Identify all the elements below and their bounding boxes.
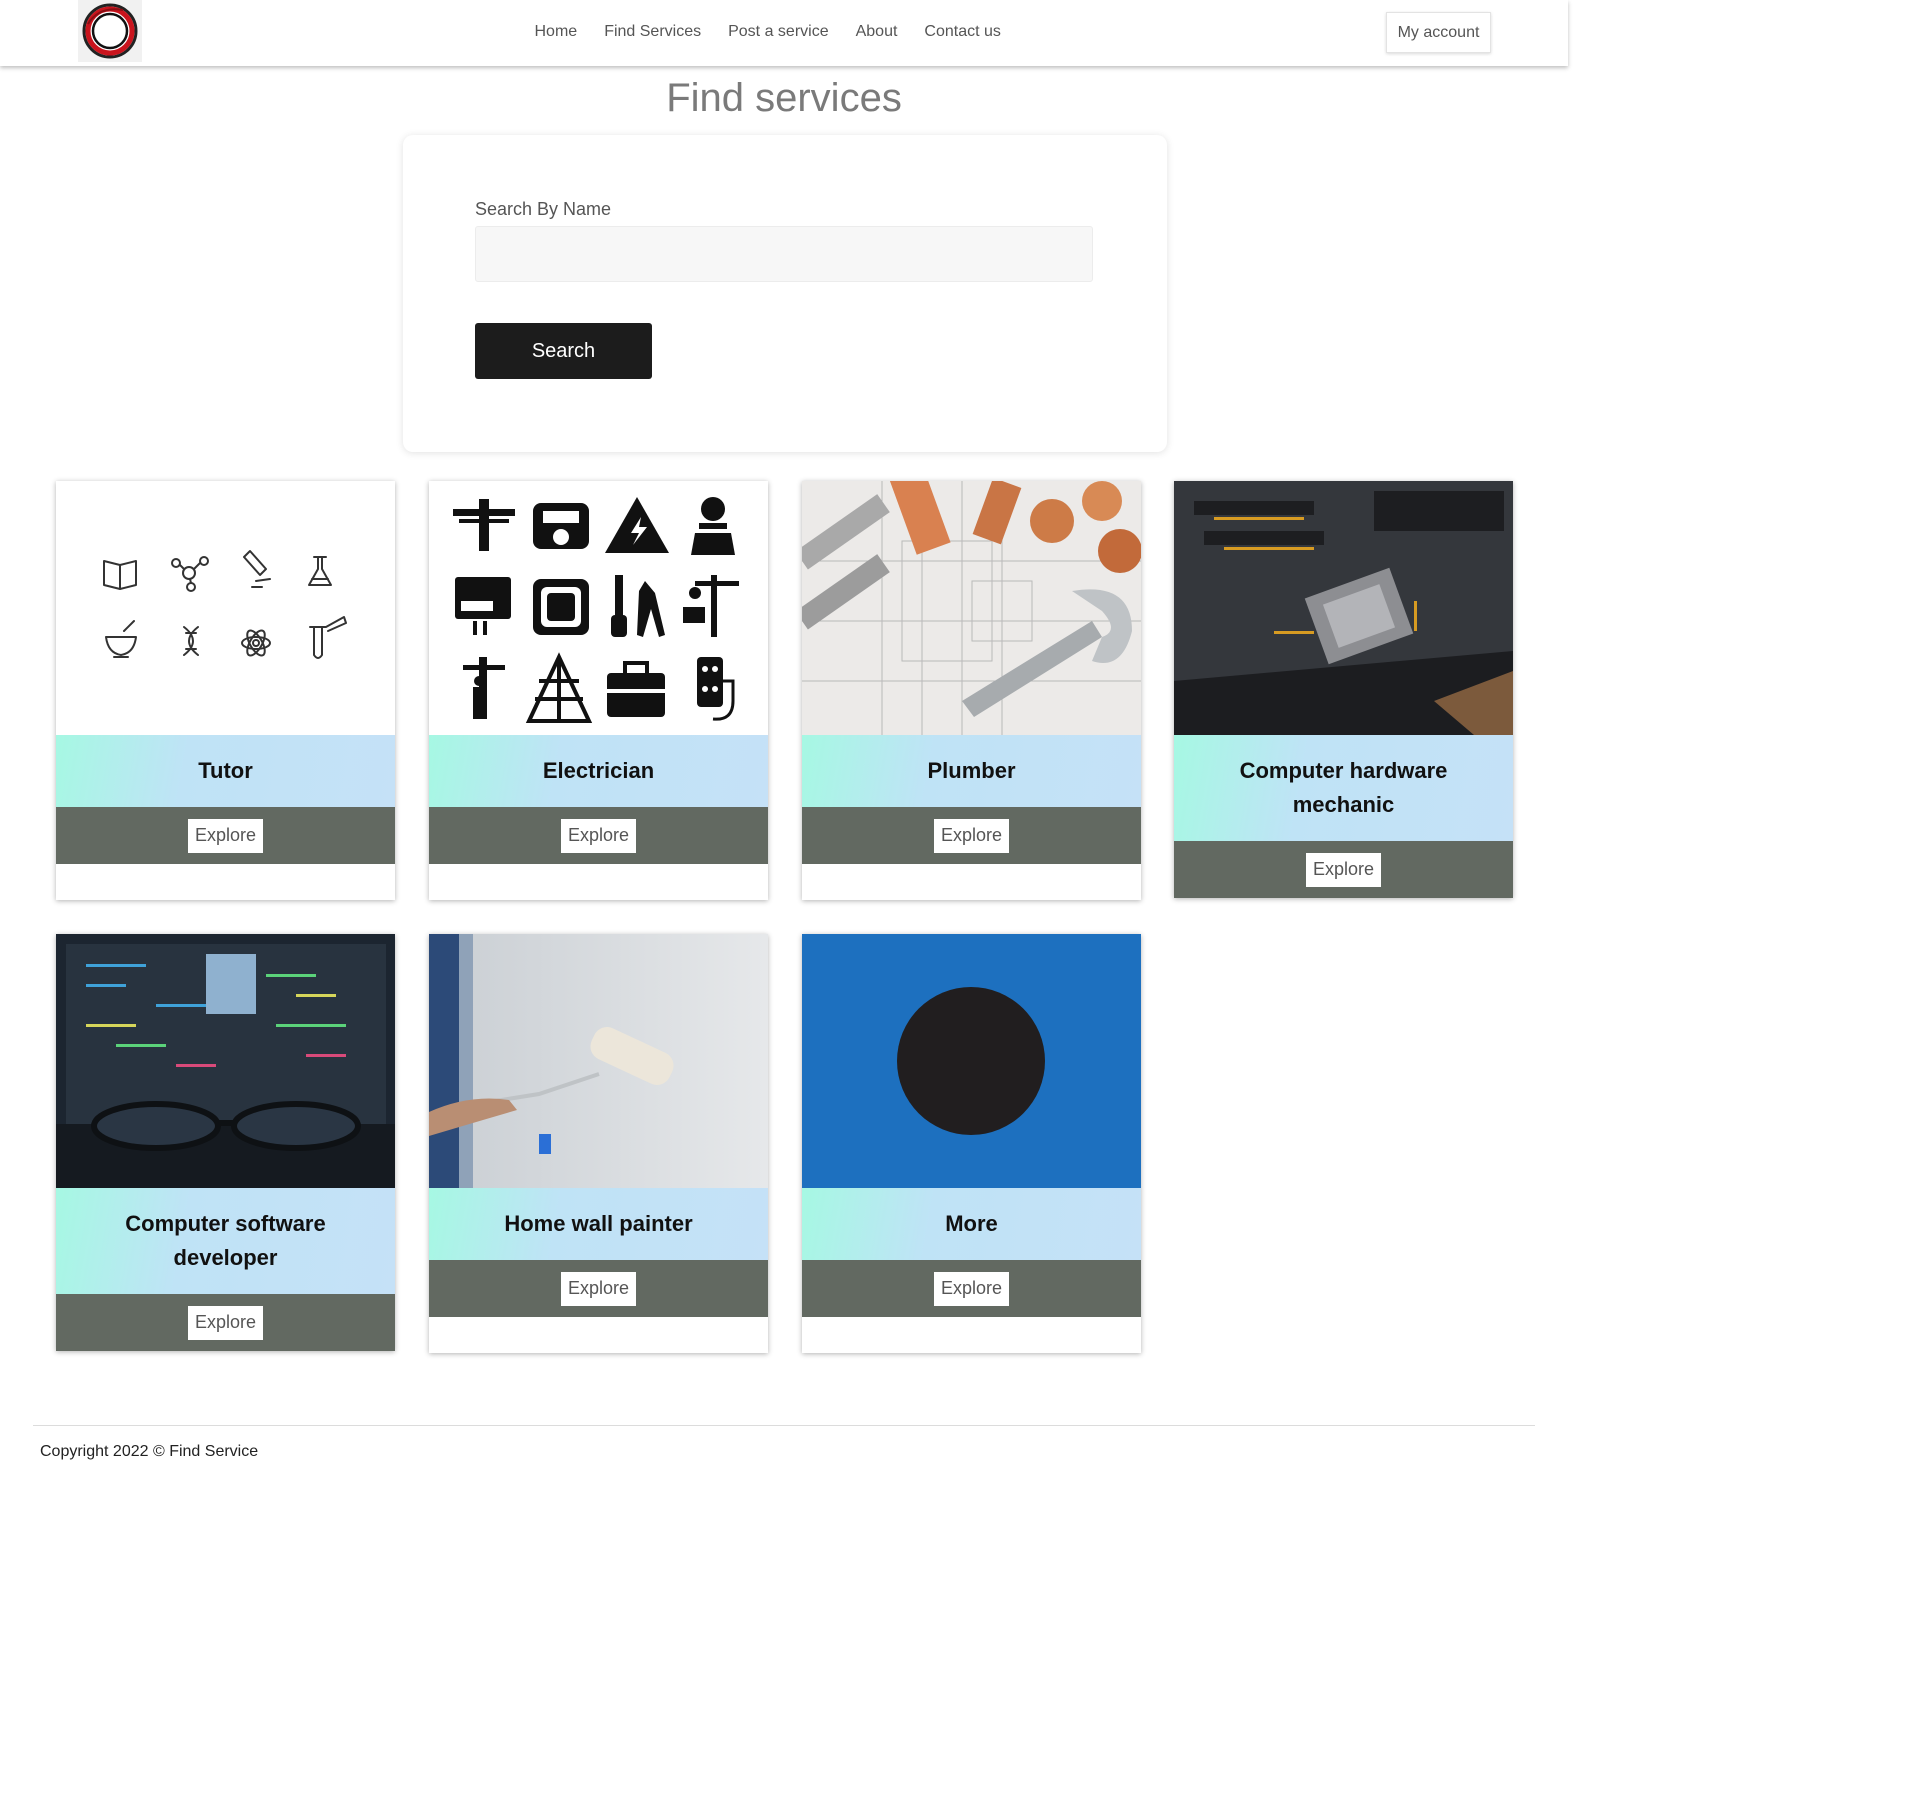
card-footer: Explore bbox=[1174, 841, 1513, 898]
service-card-software-developer: Computer software developer Explore bbox=[56, 934, 395, 1351]
plumber-image bbox=[802, 481, 1141, 735]
service-card-wall-painter: Home wall painter Explore bbox=[429, 934, 768, 1353]
card-footer: Explore bbox=[56, 807, 395, 864]
electrician-image bbox=[429, 481, 768, 735]
painter-image bbox=[429, 934, 768, 1188]
my-account-button[interactable]: My account bbox=[1386, 12, 1491, 53]
explore-button-hardware-mechanic[interactable]: Explore bbox=[1305, 852, 1382, 887]
card-title: Computer software developer bbox=[56, 1188, 395, 1294]
card-title: Plumber bbox=[802, 735, 1141, 807]
footer-divider bbox=[33, 1425, 1535, 1426]
page-title: Find services bbox=[666, 76, 902, 120]
nav-link-about[interactable]: About bbox=[842, 23, 911, 41]
service-card-electrician: Electrician Explore bbox=[429, 481, 768, 900]
explore-button-tutor[interactable]: Explore bbox=[187, 818, 264, 853]
nav-link-post-service[interactable]: Post a service bbox=[715, 23, 842, 41]
nav-links: Home Find Services Post a service About … bbox=[521, 0, 1014, 64]
card-footer: Explore bbox=[429, 1260, 768, 1317]
explore-button-wall-painter[interactable]: Explore bbox=[560, 1271, 637, 1306]
search-input[interactable] bbox=[475, 226, 1093, 282]
explore-button-electrician[interactable]: Explore bbox=[560, 818, 637, 853]
search-label: Search By Name bbox=[475, 199, 612, 219]
motherboard-photo bbox=[1174, 481, 1513, 735]
card-footer: Explore bbox=[802, 807, 1141, 864]
pipes-and-wrench-photo bbox=[802, 481, 1141, 735]
service-card-hardware-mechanic: Computer hardware mechanic Explore bbox=[1174, 481, 1513, 898]
card-footer: Explore bbox=[56, 1294, 395, 1351]
card-title: Tutor bbox=[56, 735, 395, 807]
navbar: Home Find Services Post a service About … bbox=[0, 0, 1568, 66]
card-bottom-space bbox=[802, 1317, 1141, 1353]
more-image bbox=[802, 934, 1141, 1188]
card-title: More bbox=[802, 1188, 1141, 1260]
code-monitor-glasses-photo bbox=[56, 934, 395, 1188]
card-title: Electrician bbox=[429, 735, 768, 807]
explore-button-more[interactable]: Explore bbox=[933, 1271, 1010, 1306]
search-button[interactable]: Search bbox=[475, 323, 652, 379]
card-bottom-space bbox=[429, 864, 768, 900]
nav-link-contact[interactable]: Contact us bbox=[911, 23, 1014, 41]
copyright-text: Copyright 2022 © Find Service bbox=[40, 1443, 259, 1460]
dark-circle-on-blue bbox=[802, 934, 1141, 1188]
card-bottom-space bbox=[56, 864, 395, 900]
hardware-image bbox=[1174, 481, 1513, 735]
card-title: Home wall painter bbox=[429, 1188, 768, 1260]
card-title: Computer hardware mechanic bbox=[1174, 735, 1513, 841]
nav-link-home[interactable]: Home bbox=[521, 23, 591, 41]
explore-button-software-developer[interactable]: Explore bbox=[187, 1305, 264, 1340]
logo[interactable] bbox=[78, 0, 142, 62]
electrician-icons-grid bbox=[453, 497, 739, 723]
service-card-tutor: Tutor Explore bbox=[56, 481, 395, 900]
card-bottom-space bbox=[802, 864, 1141, 900]
science-icons-grid bbox=[103, 550, 347, 659]
card-footer: Explore bbox=[802, 1260, 1141, 1317]
service-card-plumber: Plumber Explore bbox=[802, 481, 1141, 900]
card-footer: Explore bbox=[429, 807, 768, 864]
card-bottom-space bbox=[429, 1317, 768, 1353]
logo-ring-icon bbox=[82, 3, 138, 59]
service-card-more: More Explore bbox=[802, 934, 1141, 1353]
explore-button-plumber[interactable]: Explore bbox=[933, 818, 1010, 853]
paint-roller-photo bbox=[429, 934, 768, 1188]
tutor-image bbox=[56, 481, 395, 735]
search-panel: Search By Name Search bbox=[403, 135, 1167, 452]
nav-link-find-services[interactable]: Find Services bbox=[591, 23, 715, 41]
software-image bbox=[56, 934, 395, 1188]
